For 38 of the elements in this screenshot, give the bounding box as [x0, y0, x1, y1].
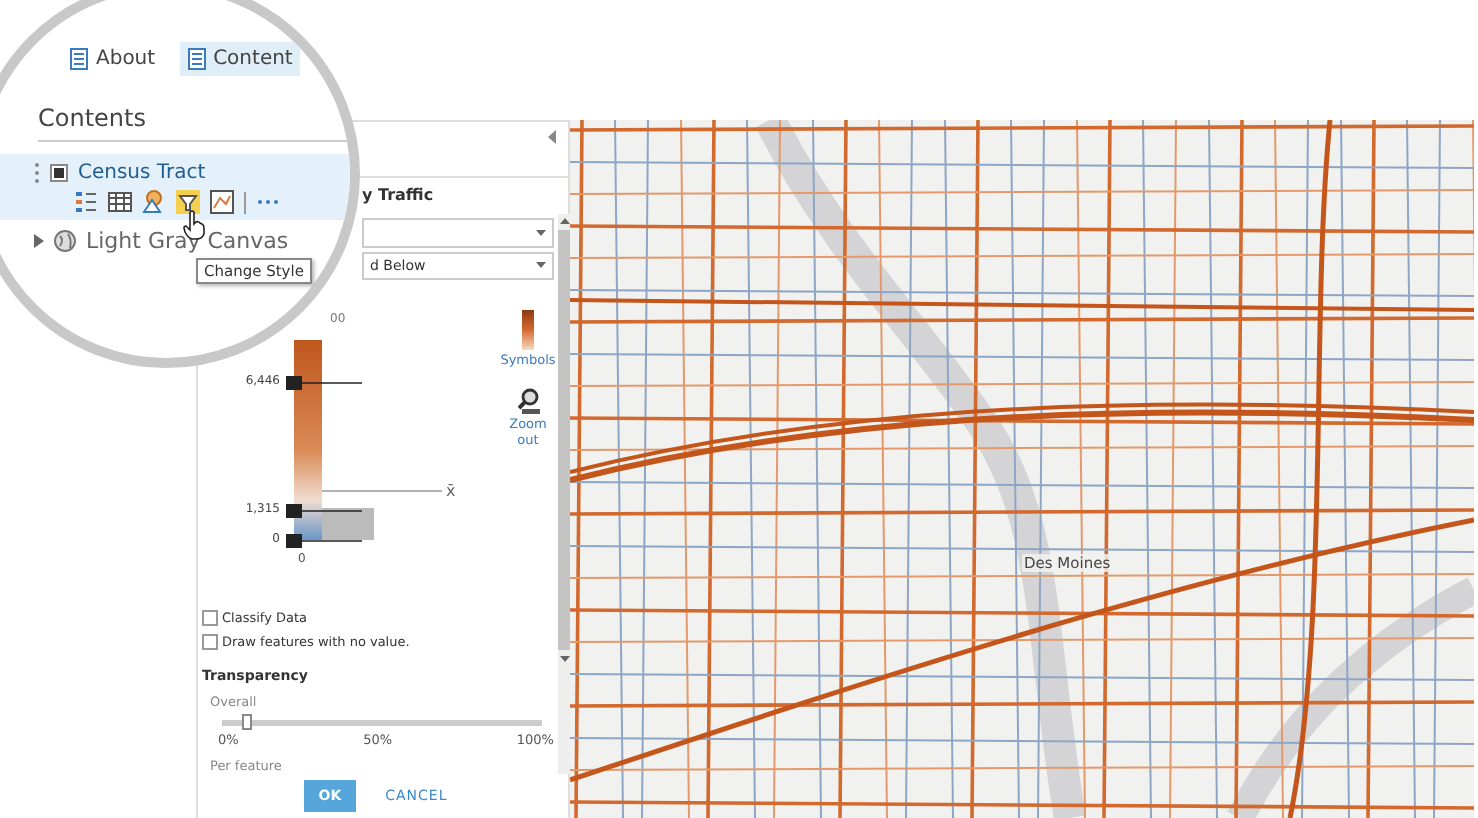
layer-name: Census Tract [78, 162, 206, 184]
transparency-slider[interactable] [222, 720, 542, 727]
drag-handle-icon [34, 162, 40, 184]
map-frame-button[interactable] [210, 190, 234, 214]
legend-icon [74, 190, 98, 214]
panel-title: y Traffic [362, 186, 434, 204]
document-icon [70, 48, 88, 70]
slider-handle[interactable] [286, 534, 362, 549]
tab[interactable]: Content [179, 42, 301, 76]
filter-icon [176, 190, 200, 214]
mean-symbol: x̄ [446, 482, 456, 501]
layer-checkbox[interactable] [50, 164, 68, 182]
table-button[interactable] [108, 190, 132, 214]
contents-heading: Contents [38, 104, 350, 142]
caret-down-icon [536, 262, 546, 269]
caret-icon [34, 234, 44, 248]
mean-line [322, 488, 442, 495]
layer-row[interactable]: Light Gray Canvas [0, 220, 350, 260]
shapes-icon [142, 190, 166, 214]
color-swatch-icon [522, 310, 534, 351]
map-frame-icon [210, 190, 234, 214]
collapse-icon [548, 130, 556, 144]
shapes-button[interactable] [142, 190, 166, 214]
legend-button[interactable] [74, 190, 98, 214]
layer-row[interactable]: Census Tract [0, 154, 350, 220]
slider-handle[interactable] [286, 376, 362, 391]
histogram-bars [322, 508, 374, 541]
slider-handle[interactable] [286, 503, 362, 518]
document-icon [187, 48, 206, 70]
scroll-down-icon [560, 656, 570, 662]
scroll-up-icon [560, 218, 570, 224]
globe-icon [54, 230, 76, 252]
filter-button[interactable] [176, 190, 200, 214]
layer-name: Light Gray Canvas [86, 228, 289, 254]
table-icon [108, 190, 132, 214]
magnifier-icon [517, 388, 539, 415]
tab[interactable]: About [62, 42, 164, 76]
caret-down-icon [536, 229, 546, 236]
